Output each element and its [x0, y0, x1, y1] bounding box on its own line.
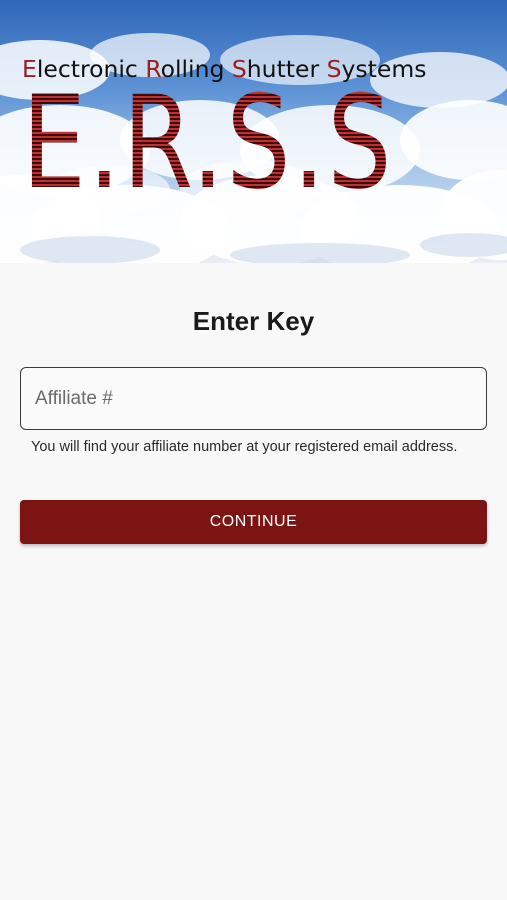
- erss-logo: E.R.S.S.: [22, 69, 429, 218]
- affiliate-field[interactable]: [20, 367, 487, 430]
- helper-text: You will find your affiliate number at y…: [31, 439, 458, 455]
- page-title: Enter Key: [192, 306, 315, 336]
- header-banner: Electronic Rolling Shutter Systems E.R.S…: [0, 0, 507, 263]
- affiliate-input[interactable]: [21, 368, 486, 429]
- continue-button[interactable]: CONTINUE: [20, 500, 487, 544]
